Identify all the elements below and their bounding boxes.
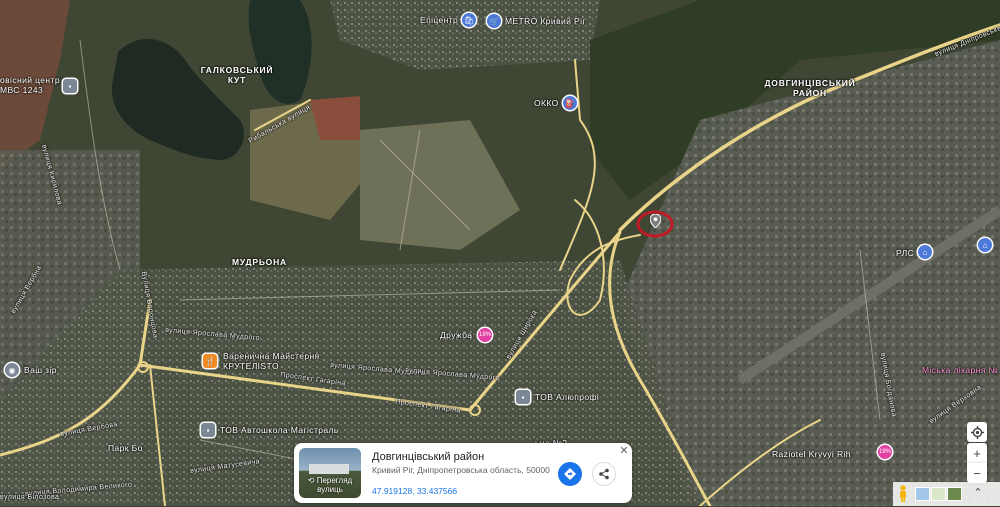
poi-label-druzhba[interactable]: Дружба xyxy=(440,330,472,340)
poi-label-metro[interactable]: METRO Кривий Ріг xyxy=(505,16,586,26)
close-icon[interactable]: ✕ xyxy=(618,445,630,457)
poi-label-aliuprofi[interactable]: ТОВ Алюпрофі xyxy=(535,392,599,402)
pegman-icon[interactable] xyxy=(899,485,907,502)
poi-label-epicenter[interactable]: Епіцентр xyxy=(420,15,458,25)
poi-raziotel-icon[interactable]: 19% xyxy=(878,445,892,459)
area-label-galkovskyi: ГАЛКОВСЬКИЙ КУТ xyxy=(200,65,274,85)
poi-varenychna-icon[interactable]: 🍴 xyxy=(203,354,217,368)
poi-druzhba-icon[interactable]: 19% xyxy=(478,328,492,342)
street-view-thumbnail[interactable]: ⟲ Перегляд вулиць xyxy=(299,448,361,498)
poi-label-park[interactable]: Парк Бо xyxy=(108,443,143,453)
crosshair-icon xyxy=(970,425,984,439)
poi-avtoshkola-icon[interactable]: ▪ xyxy=(201,423,215,437)
map-layer-thumb-1[interactable] xyxy=(915,487,930,501)
poi-label-raziotel[interactable]: Raziotel Kryvyi Rih xyxy=(772,449,851,459)
map-layer-thumb-3[interactable] xyxy=(947,487,962,501)
area-label-mudrona: МУДРЬОНА xyxy=(232,257,287,267)
street-view-text: Перегляд вулиць xyxy=(316,476,353,494)
directions-button[interactable] xyxy=(558,462,582,486)
directions-icon xyxy=(564,468,576,480)
street-label-bilosova: вулиця Білозова xyxy=(0,494,60,501)
zoom-out-button[interactable]: − xyxy=(967,463,987,483)
poi-metro-icon[interactable]: 🛒 xyxy=(487,14,501,28)
expand-chevron-icon[interactable]: ⌃ xyxy=(971,485,985,501)
poi-label-avtoshkola[interactable]: ТОВ Автошкола Магістраль xyxy=(220,425,339,435)
place-coordinates[interactable]: 47.919128, 33.437566 xyxy=(372,486,457,496)
poi-vash-zir-icon[interactable]: ◉ xyxy=(5,363,19,377)
poi-label-okko[interactable]: ОККО xyxy=(534,98,559,108)
poi-label-likarnia[interactable]: Міська лікарня № xyxy=(922,365,998,375)
zoom-in-button[interactable]: + xyxy=(967,443,987,463)
share-button[interactable] xyxy=(592,462,616,486)
plus-icon: + xyxy=(973,445,981,461)
poi-aliuprofi-icon[interactable]: ▪ xyxy=(516,390,530,404)
poi-epicenter-icon[interactable]: 🛍 xyxy=(462,13,476,27)
poi-okko-icon[interactable]: ⛽ xyxy=(563,96,577,110)
poi-label-varenychna[interactable]: Варенична Майстерня КРУТЕЛІSTO xyxy=(223,351,323,371)
map-layer-thumb-2[interactable] xyxy=(931,487,946,501)
satellite-map[interactable]: ГАЛКОВСЬКИЙ КУТ ДОВГИНЦІВСЬКИЙ РАЙОН МУД… xyxy=(0,0,1000,506)
bottom-toolbar: ⌃ xyxy=(893,482,1000,506)
place-info-card[interactable]: ⟲ Перегляд вулиць Довгинцівський район К… xyxy=(294,443,632,503)
poi-mvs-icon[interactable]: ▪ xyxy=(63,79,77,93)
poi-edge-icon[interactable]: ⌂ xyxy=(978,238,992,252)
thumb-building xyxy=(309,464,349,474)
share-icon xyxy=(599,468,609,480)
poi-label-vash-zir[interactable]: Ваш зір xyxy=(24,365,57,375)
map-imagery xyxy=(0,0,1000,506)
area-label-dovhyntsivskyi: ДОВГИНЦІВСЬКИЙ РАЙОН xyxy=(764,78,856,98)
poi-label-rls[interactable]: РЛС xyxy=(896,248,914,258)
poi-label-mvs[interactable]: овісний центр МВС 1243 xyxy=(0,75,62,95)
location-pin-icon[interactable] xyxy=(650,214,661,228)
street-view-icon: ⟲ xyxy=(307,476,317,485)
poi-rls-icon[interactable]: ⌂ xyxy=(918,245,932,259)
my-location-button[interactable] xyxy=(967,422,987,442)
street-view-label[interactable]: ⟲ Перегляд вулиць xyxy=(299,476,361,494)
place-address: Кривий Ріг, Дніпропетровська область, 50… xyxy=(372,465,550,475)
place-title: Довгинцівський район xyxy=(372,451,485,463)
minus-icon: − xyxy=(973,465,981,481)
